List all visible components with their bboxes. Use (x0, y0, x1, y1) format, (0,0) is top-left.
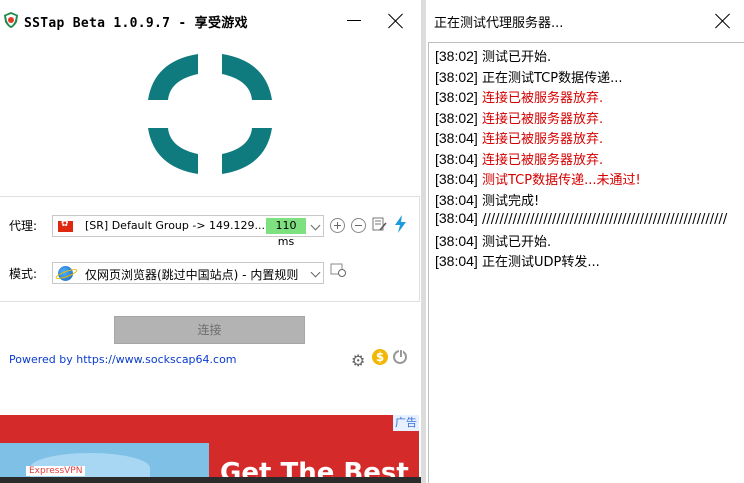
log-message: 连接已被服务器放弃. (481, 152, 604, 168)
log-line: [38:04] 连接已被服务器放弃. (435, 128, 603, 147)
sstap-main-window: SSTap Beta 1.0.9.7 - 享受游戏 代理: [SR] Defau… (0, 0, 421, 483)
test-window-title: 正在测试代理服务器... (434, 16, 564, 31)
log-timestamp: [38:02] (435, 89, 478, 105)
log-line: [38:04] ////////////////////////////////… (435, 210, 727, 227)
log-line: [38:04] 测试TCP数据传递...未通过! (435, 169, 641, 188)
log-line: [38:04] 正在测试UDP转发... (435, 251, 600, 270)
title-bar: SSTap Beta 1.0.9.7 - 享受游戏 (0, 0, 421, 42)
log-message: 连接已被服务器放弃. (481, 111, 604, 127)
close-button[interactable] (715, 13, 731, 29)
log-timestamp: [38:04] (435, 191, 478, 208)
mode-label: 模式: (9, 267, 38, 281)
ad-badge: 广告 (393, 415, 419, 431)
shield-app-icon (4, 12, 18, 28)
log-line: [38:02] 正在测试TCP数据传递... (435, 67, 622, 86)
chevron-down-icon (310, 267, 321, 278)
log-line: [38:02] 测试已开始. (435, 46, 551, 65)
chevron-down-icon (310, 220, 321, 231)
log-timestamp: [38:02] (435, 68, 478, 85)
power-icon[interactable] (393, 349, 407, 364)
log-message: ////////////////////////////////////////… (481, 212, 728, 227)
window-title: SSTap Beta 1.0.9.7 - 享受游戏 (24, 16, 248, 31)
log-timestamp: [38:04] (435, 232, 478, 249)
powered-by-link[interactable]: Powered by https://www.sockscap64.com (9, 353, 237, 366)
log-message: 连接已被服务器放弃. (481, 132, 604, 147)
test-log[interactable]: [38:02] 测试已开始. [38:02] 正在测试TCP数据传递... [38:… (428, 42, 744, 483)
log-timestamp: [38:04] (435, 253, 478, 269)
log-line: [38:04] 连接已被服务器放弃. (435, 149, 603, 168)
log-message: 测试已开始. (481, 234, 552, 250)
minimize-button[interactable] (347, 20, 361, 21)
proxy-select[interactable]: [SR] Default Group -> 149.129.... 110 ms (52, 215, 324, 248)
log-message: 测试已开始. (481, 50, 552, 65)
remove-proxy-icon[interactable] (351, 218, 366, 233)
lightning-test-icon[interactable] (393, 215, 408, 233)
log-message: 测试完成! (481, 193, 540, 209)
log-message: 连接已被服务器放弃. (481, 91, 604, 106)
hong-kong-flag-icon (58, 219, 73, 232)
proxy-selected-text: [SR] Default Group -> 149.129.... (85, 219, 269, 232)
proxy-label: 代理: (9, 219, 38, 233)
mode-select[interactable]: 仅网页浏览器(跳过中国站点) - 内置规则 (52, 262, 324, 284)
log-message: 测试TCP数据传递...未通过! (481, 173, 641, 188)
add-proxy-icon[interactable] (330, 218, 345, 233)
log-timestamp: [38:02] (435, 109, 478, 126)
gear-icon[interactable]: ⚙ (351, 351, 365, 370)
log-message: 正在测试UDP转发... (481, 255, 600, 270)
settings-panel: 代理: [SR] Default Group -> 149.129.... 11… (0, 196, 420, 302)
log-timestamp: [38:04] (435, 171, 478, 187)
log-line: [38:04] 测试已开始. (435, 231, 551, 250)
mode-selected-text: 仅网页浏览器(跳过中国站点) - 内置规则 (85, 268, 299, 282)
close-button[interactable] (388, 13, 404, 29)
log-timestamp: [38:04] (435, 130, 478, 146)
log-timestamp: [38:04] (435, 150, 478, 167)
dollar-icon[interactable]: $ (372, 349, 388, 365)
log-line: [38:02] 连接已被服务器放弃. (435, 87, 603, 106)
log-line: [38:04] 测试完成! (435, 190, 539, 209)
edit-proxy-icon[interactable] (372, 217, 387, 232)
connecting-spinner (148, 54, 272, 174)
ping-badge: 110 ms (266, 218, 306, 248)
connect-button[interactable]: 连接 (114, 316, 305, 344)
ad-logo: ExpressVPN (26, 466, 86, 476)
proxy-test-window: 正在测试代理服务器... [38:02] 测试已开始. [38:02] 正在测试T… (426, 0, 744, 483)
log-message: 正在测试TCP数据传递... (481, 70, 623, 86)
log-timestamp: [38:04] (435, 210, 478, 226)
log-line: [38:02] 连接已被服务器放弃. (435, 108, 603, 127)
log-timestamp: [38:02] (435, 48, 478, 64)
ad-banner[interactable]: 广告 ExpressVPN Get The Best (0, 415, 419, 483)
rule-settings-icon[interactable] (330, 263, 347, 278)
browser-icon (58, 266, 73, 281)
taskbar-strip (0, 477, 421, 483)
